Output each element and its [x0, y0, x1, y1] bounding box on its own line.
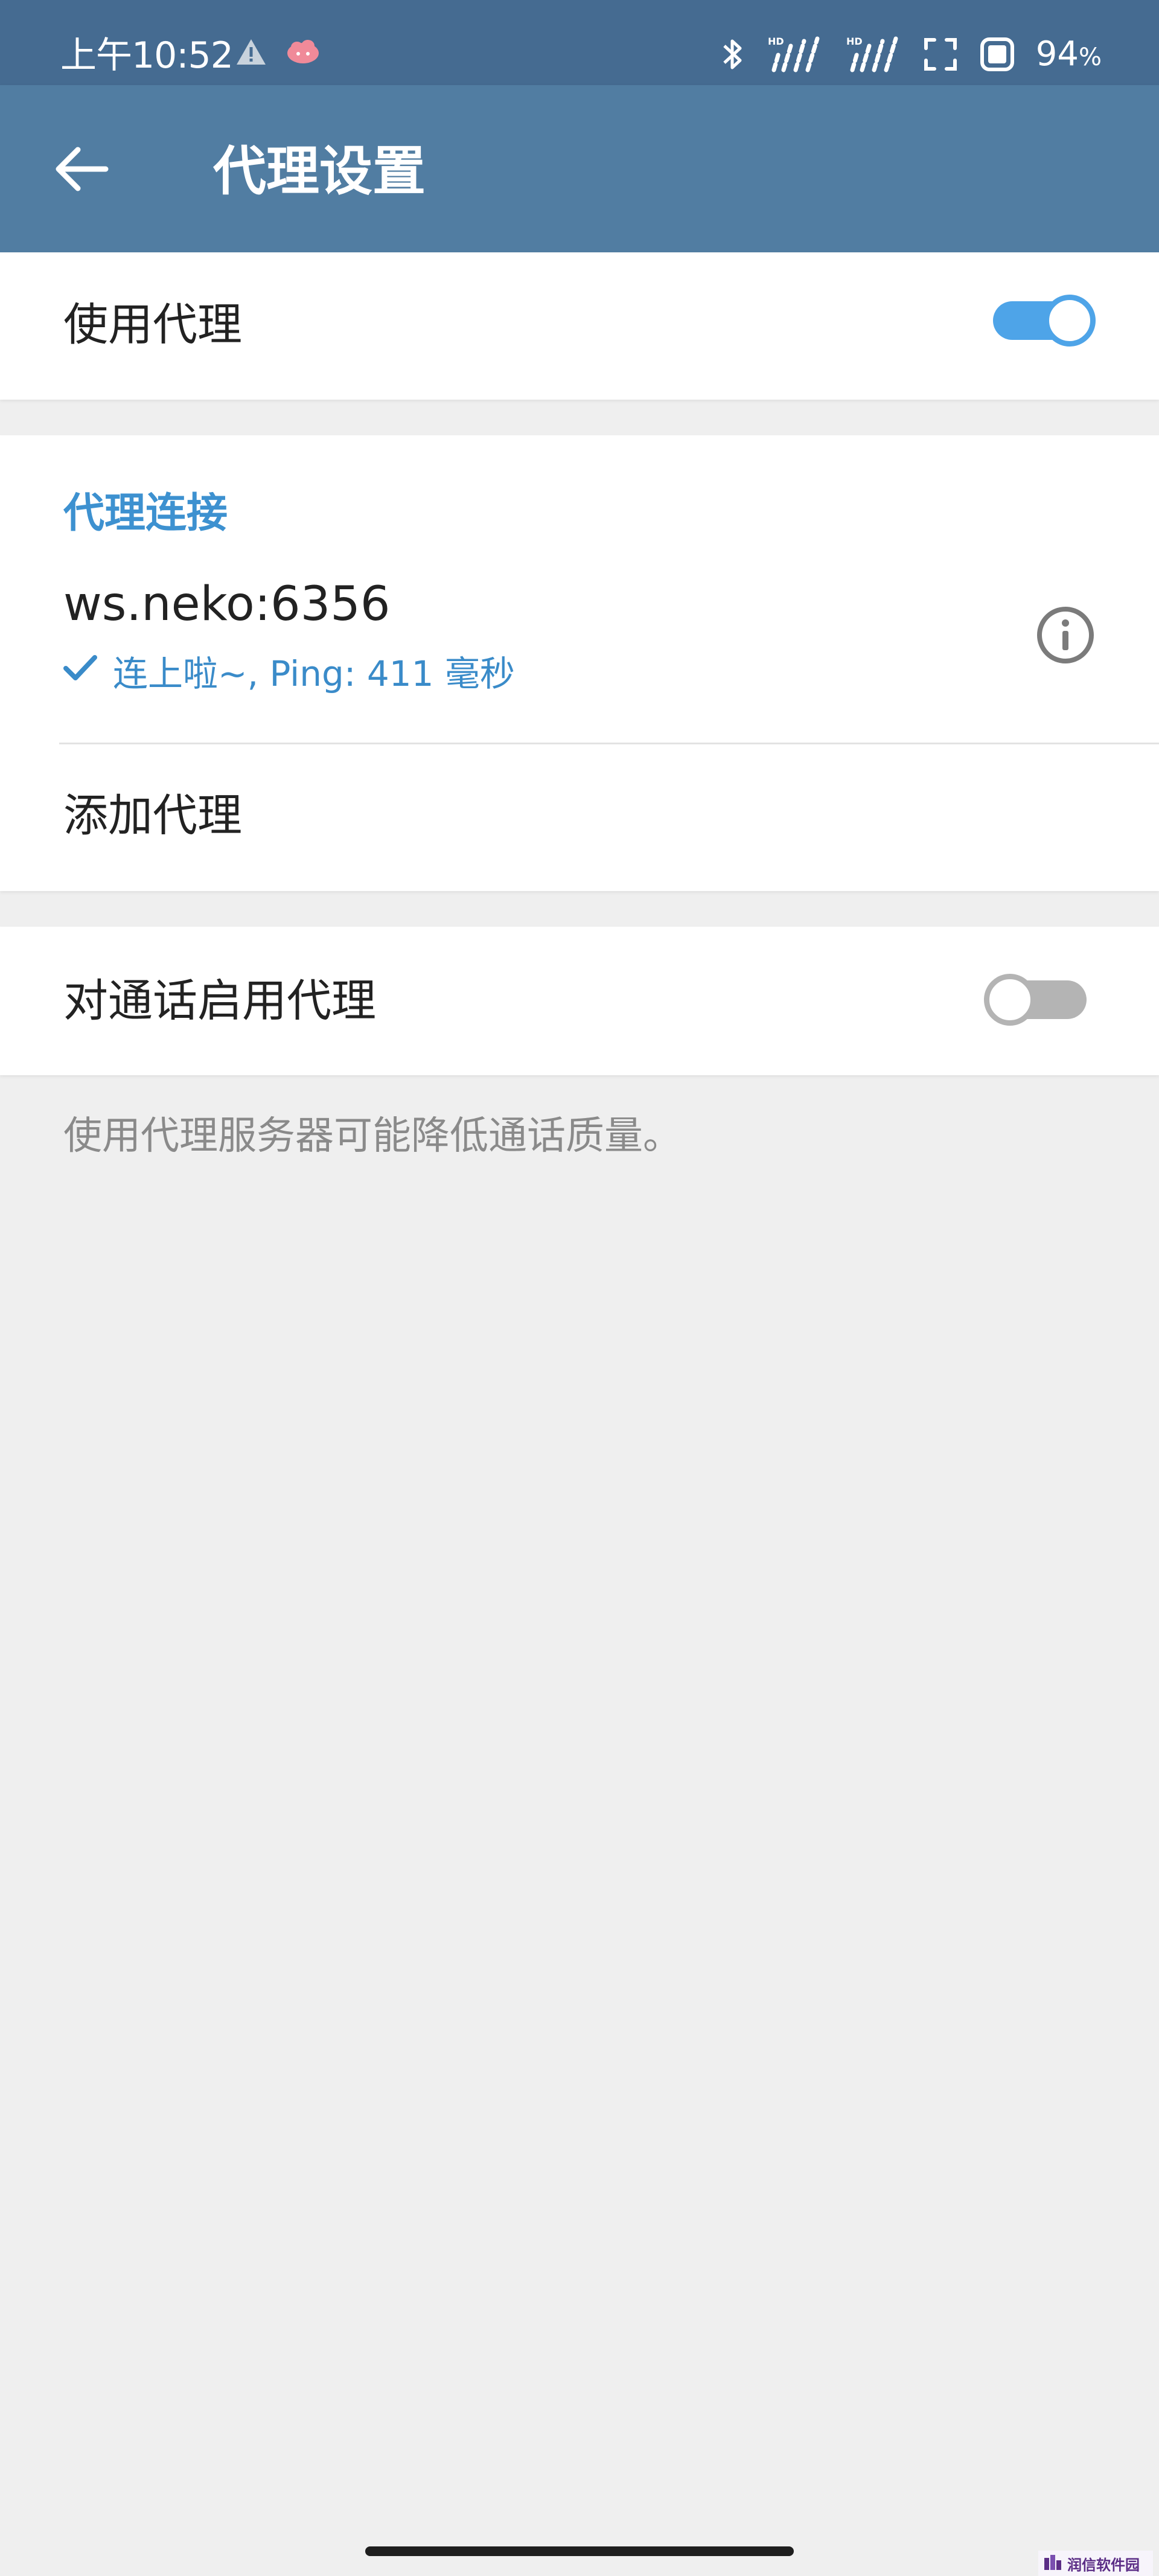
bluetooth-icon	[721, 35, 745, 76]
home-indicator[interactable]	[365, 2546, 794, 2556]
arrow-left-icon	[54, 145, 109, 196]
call-proxy-hint: 使用代理服务器可能降低通话质量。	[63, 1114, 682, 1159]
status-left-icons	[235, 37, 321, 69]
proxy-status: 连上啦~, Ping: 411 毫秒	[63, 645, 515, 697]
battery-percent: 94%	[1035, 34, 1102, 74]
add-proxy-label: 添加代理	[63, 790, 242, 842]
use-proxy-label: 使用代理	[63, 299, 242, 351]
back-button[interactable]	[42, 131, 121, 209]
proxy-address: ws.neko:6356	[63, 577, 391, 631]
watermark-logo	[1043, 2553, 1064, 2574]
page-title: 代理设置	[213, 140, 426, 202]
status-right-icons: HD HD 94%	[721, 31, 1102, 80]
use-proxy-toggle[interactable]	[993, 295, 1096, 347]
cloud-app-icon	[285, 37, 321, 69]
signal-hd-2-icon: HD	[844, 35, 902, 76]
warning-icon	[235, 37, 267, 69]
proxy-status-text: 连上啦~, Ping: 411 毫秒	[113, 653, 515, 694]
status-bar: 上午10:52 HD HD 94%	[0, 0, 1159, 85]
screen-capture-icon	[922, 36, 959, 75]
proxy-settings-screen: 上午10:52 HD HD 94% 代理设置 使用代理 代理连接 ws.neko…	[0, 0, 1159, 2576]
svg-text:HD: HD	[846, 36, 863, 47]
add-proxy-button[interactable]: 添加代理	[0, 744, 1159, 891]
call-proxy-label: 对通话启用代理	[63, 975, 376, 1027]
battery-icon	[979, 36, 1015, 75]
proxy-connection-section: 代理连接 ws.neko:6356 连上啦~, Ping: 411 毫秒 添加代…	[0, 435, 1159, 891]
app-bar: 代理设置	[0, 85, 1159, 252]
proxy-info-button[interactable]	[1032, 603, 1099, 670]
watermark-text: 润信软件园	[1067, 2556, 1140, 2574]
info-icon	[1035, 605, 1096, 668]
check-icon	[63, 650, 97, 691]
call-proxy-row[interactable]: 对通话启用代理	[0, 927, 1159, 1075]
toggle-knob	[984, 974, 1036, 1026]
toggle-knob	[1044, 295, 1096, 347]
proxy-list-item[interactable]: ws.neko:6356 连上啦~, Ping: 411 毫秒	[0, 571, 1159, 740]
status-time: 上午10:52	[60, 34, 234, 77]
signal-hd-1-icon: HD	[765, 35, 823, 76]
watermark: 润信软件园	[1038, 2551, 1153, 2576]
call-proxy-toggle[interactable]	[984, 974, 1087, 1026]
use-proxy-row[interactable]: 使用代理	[0, 252, 1159, 400]
section-header-proxy-connection: 代理连接	[63, 490, 228, 537]
svg-text:HD: HD	[768, 36, 784, 47]
